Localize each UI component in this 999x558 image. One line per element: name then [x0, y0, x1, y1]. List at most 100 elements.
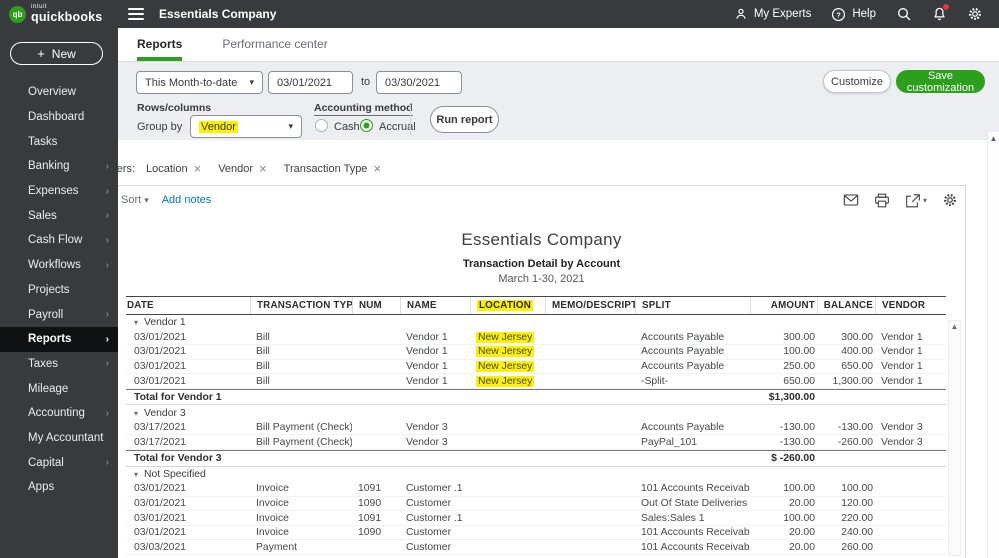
group-name: Vendor 3 [144, 408, 186, 419]
cell-transaction-type: Bill Payment (Check) [250, 422, 352, 433]
table-row[interactable]: 03/01/2021BillVendor 1New JerseyAccounts… [126, 345, 946, 360]
help-button[interactable]: ? Help [831, 7, 876, 22]
cell-split: 101 Accounts Receivable [635, 542, 750, 553]
sidebar-item-expenses[interactable]: Expenses› [0, 179, 118, 204]
add-notes-link[interactable]: Add notes [162, 194, 212, 206]
date-from-input[interactable]: 03/01/2021 [268, 71, 353, 94]
quickbooks-logo[interactable]: qb intuit quickbooks [0, 0, 118, 28]
sidebar-item-cash-flow[interactable]: Cash Flow› [0, 228, 118, 253]
cell-balance: 240.00 [817, 527, 875, 538]
cell-split: Accounts Payable [635, 346, 750, 357]
date-to-input[interactable]: 03/30/2021 [376, 71, 462, 94]
sidebar-item-capital[interactable]: Capital› [0, 450, 118, 475]
cell-amount: 100.00 [750, 346, 817, 357]
tab-performance-center[interactable]: Performance center [222, 28, 327, 61]
sidebar-item-reports[interactable]: Reports› [0, 327, 118, 352]
filters-row: Filters: Location×Vendor×Transaction Typ… [102, 162, 398, 175]
sidebar-item-label: Apps [28, 481, 54, 493]
cell-date: 03/01/2021 [126, 332, 250, 343]
cell-split: Accounts Payable [635, 422, 750, 433]
cell-split: Sales:Sales 1 [635, 513, 750, 524]
cell-vendor: Vendor 3 [875, 422, 946, 433]
my-experts-label: My Experts [754, 8, 812, 20]
filter-chip-label: Transaction Type [284, 163, 368, 175]
cell-location: New Jersey [470, 376, 545, 387]
cell-name: Vendor 1 [400, 346, 470, 357]
filter-chip-location[interactable]: Location× [146, 162, 201, 175]
page-scrollbar[interactable]: ▲ [987, 132, 999, 558]
sidebar-nav: + New OverviewDashboardTasks Banking › Expe… [0, 28, 118, 558]
sidebar-item-dashboard[interactable]: Dashboard [0, 105, 118, 130]
tab-reports[interactable]: Reports [137, 28, 182, 61]
new-button[interactable]: + New [10, 42, 103, 65]
sidebar-item-projects[interactable]: Projects [0, 278, 118, 303]
sidebar-item-taxes[interactable]: Taxes› [0, 352, 118, 377]
search-icon[interactable] [896, 6, 912, 22]
cell-transaction-type: Payment [250, 542, 352, 553]
quickbooks-wordmark: quickbooks [31, 11, 102, 24]
table-row[interactable]: 03/17/2021Bill Payment (Check)Vendor 3Ac… [126, 421, 946, 436]
table-row[interactable]: 03/01/2021BillVendor 1New Jersey-Split-6… [126, 374, 946, 389]
print-icon[interactable] [874, 193, 890, 208]
sidebar-item-accounting[interactable]: Accounting› [0, 401, 118, 426]
email-icon[interactable] [843, 193, 859, 207]
group-total-row-vendor-3: Total for Vendor 3$ -260.00 [126, 450, 946, 467]
sidebar-item-my-accountant[interactable]: My Accountant [0, 426, 118, 451]
group-row-vendor-1[interactable]: ▾Vendor 1 [126, 315, 946, 331]
report-settings-gear-icon[interactable] [942, 192, 958, 208]
group-row-vendor-3[interactable]: ▾ Vendor 3 [126, 405, 946, 421]
table-row[interactable]: 03/01/2021Invoice1090Customer101 Account… [126, 526, 946, 541]
sidebar-item-sales[interactable]: Sales› [0, 203, 118, 228]
remove-filter-icon[interactable]: × [373, 162, 381, 175]
save-customization-button[interactable]: Save customization [896, 70, 985, 93]
sidebar-item-overview[interactable]: Overview [0, 80, 118, 105]
table-row[interactable]: 03/17/2021Bill Payment (Check)Vendor 3Pa… [126, 435, 946, 450]
sidebar-item-tasks[interactable]: Tasks [0, 129, 118, 154]
sidebar-item-workflows[interactable]: Workflows› [0, 253, 118, 278]
table-row[interactable]: 03/01/2021Invoice1091Customer .1101 Acco… [126, 482, 946, 497]
table-row[interactable]: 03/01/2021Invoice1090CustomerOut Of Stat… [126, 497, 946, 512]
remove-filter-icon[interactable]: × [259, 162, 267, 175]
settings-gear-icon[interactable] [967, 6, 983, 22]
table-row[interactable]: 03/01/2021Invoice1091Customer .1Sales:Sa… [126, 511, 946, 526]
group-row-not-specified[interactable]: ▾Not Specified [126, 467, 946, 483]
sidebar-item-label: Expenses [28, 185, 79, 197]
accrual-radio[interactable] [360, 119, 373, 132]
sidebar-item-label: Banking [28, 160, 70, 172]
filter-chip-transaction-type[interactable]: Transaction Type × [284, 162, 381, 175]
notifications-bell-icon[interactable] [932, 6, 947, 22]
table-row[interactable]: 03/01/2021BillVendor 1New JerseyAccounts… [126, 360, 946, 375]
customize-button[interactable]: Customize [823, 70, 891, 93]
my-experts-button[interactable]: My Experts [734, 7, 812, 21]
cell-balance: 100.00 [817, 483, 875, 494]
table-row[interactable]: 03/01/2021BillVendor 1New JerseyAccounts… [126, 331, 946, 346]
sidebar-item-label: Projects [28, 284, 70, 296]
sidebar-item-payroll[interactable]: Payroll› [0, 302, 118, 327]
collapse-group-icon[interactable]: ▾ [134, 470, 138, 479]
sidebar-item-label: Capital [28, 457, 64, 469]
collapse-group-icon[interactable]: ▾ [134, 409, 138, 418]
report-period-select[interactable]: This Month-to-date▾ [136, 71, 263, 94]
collapse-group-icon[interactable]: ▾ [134, 318, 138, 327]
remove-filter-icon[interactable]: × [194, 162, 202, 175]
cell-num: 1091 [352, 483, 400, 494]
cash-radio[interactable] [315, 119, 328, 132]
hamburger-menu-icon[interactable] [128, 8, 144, 20]
run-report-button[interactable]: Run report [430, 106, 499, 133]
table-row[interactable]: 03/03/2021PaymentCustomer101 Accounts Re… [126, 540, 946, 555]
sort-button[interactable]: Sort▾ [121, 194, 149, 206]
filter-chip-vendor[interactable]: Vendor× [218, 162, 266, 175]
table-scrollbar[interactable]: ▲ [948, 320, 961, 556]
sidebar-item-apps[interactable]: Apps [0, 475, 118, 500]
cell-vendor: Vendor 1 [875, 361, 946, 372]
sidebar-item-banking[interactable]: Banking › [0, 154, 118, 179]
sidebar-item-mileage[interactable]: Mileage [0, 376, 118, 401]
column-header-memo-description: MEMO/DESCRIPTION [545, 297, 635, 314]
to-label: to [361, 76, 370, 88]
group-by-select[interactable]: Vendor▾ [190, 115, 302, 138]
export-icon[interactable]: ▾ [905, 193, 927, 208]
cell-balance: -130.00 [817, 422, 875, 433]
chevron-right-icon: › [106, 161, 109, 172]
report-tabbar: Reports Performance center [118, 28, 999, 62]
sidebar-item-label: Mileage [28, 383, 68, 395]
